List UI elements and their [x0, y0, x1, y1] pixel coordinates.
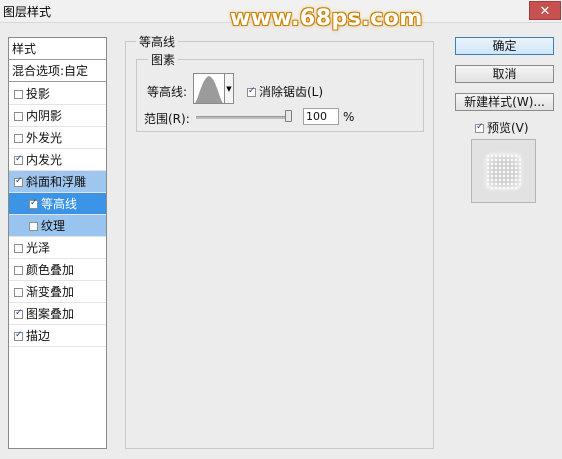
ok-button[interactable]: 确定	[455, 37, 554, 55]
contour-group-title: 等高线	[136, 33, 179, 50]
drop-shadow-checkbox[interactable]	[14, 90, 23, 99]
elements-group-title: 图素	[148, 51, 179, 68]
contour-dropdown-button[interactable]: ▼	[225, 73, 234, 104]
range-unit: %	[343, 110, 355, 124]
bevel-emboss-checkbox[interactable]	[14, 178, 23, 187]
pattern-overlay-checkbox[interactable]	[14, 310, 23, 319]
anti-alias-checkbox[interactable]	[247, 88, 256, 97]
style-item-satin[interactable]: 光泽	[9, 237, 106, 259]
inner-shadow-checkbox[interactable]	[14, 112, 23, 121]
style-item-drop-shadow[interactable]: 投影	[9, 83, 106, 105]
style-preview	[471, 139, 536, 203]
texture-checkbox[interactable]	[29, 222, 38, 231]
range-slider-thumb[interactable]	[285, 110, 292, 122]
preview-swatch	[486, 154, 521, 189]
style-item-stroke[interactable]: 描边	[9, 325, 106, 347]
stroke-checkbox[interactable]	[14, 332, 23, 341]
new-style-button[interactable]: 新建样式(W)...	[455, 93, 554, 111]
range-label: 范围(R):	[144, 112, 190, 126]
cancel-button[interactable]: 取消	[455, 65, 554, 83]
style-item-color-overlay[interactable]: 颜色叠加	[9, 259, 106, 281]
style-item-inner-shadow[interactable]: 内阴影	[9, 105, 106, 127]
gradient-overlay-checkbox[interactable]	[14, 288, 23, 297]
inner-glow-checkbox[interactable]	[14, 156, 23, 165]
preview-option[interactable]: 预览(V)	[475, 119, 529, 136]
contour-checkbox[interactable]	[29, 200, 38, 209]
style-item-gradient-overlay[interactable]: 渐变叠加	[9, 281, 106, 303]
style-item-texture[interactable]: 纹理	[9, 215, 106, 237]
styles-list: 样式 混合选项:自定 投影 内阴影 外发光 内发光 斜面和浮雕 等高线 纹理 光…	[8, 37, 107, 449]
contour-picker[interactable]	[193, 73, 225, 104]
contour-label: 等高线:	[147, 85, 188, 99]
close-button[interactable]: ✕	[529, 1, 561, 20]
range-slider-track[interactable]	[196, 116, 292, 119]
outer-glow-checkbox[interactable]	[14, 134, 23, 143]
color-overlay-checkbox[interactable]	[14, 266, 23, 275]
caret-down-icon: ▼	[226, 85, 232, 93]
styles-header[interactable]: 样式	[9, 38, 106, 60]
close-icon: ✕	[539, 4, 551, 19]
style-item-outer-glow[interactable]: 外发光	[9, 127, 106, 149]
style-item-contour[interactable]: 等高线	[9, 193, 106, 215]
watermark-text: www.68ps.com	[230, 6, 423, 31]
contour-curve-icon	[195, 76, 223, 103]
style-item-inner-glow[interactable]: 内发光	[9, 149, 106, 171]
window-title: 图层样式	[3, 5, 52, 19]
style-item-pattern-overlay[interactable]: 图案叠加	[9, 303, 106, 325]
style-item-bevel-emboss[interactable]: 斜面和浮雕	[9, 171, 106, 193]
preview-checkbox[interactable]	[475, 124, 484, 133]
satin-checkbox[interactable]	[14, 244, 23, 253]
anti-alias-option[interactable]: 消除锯齿(L)	[247, 83, 323, 100]
range-input[interactable]: 100	[303, 108, 339, 125]
blend-options-item[interactable]: 混合选项:自定	[9, 60, 106, 82]
